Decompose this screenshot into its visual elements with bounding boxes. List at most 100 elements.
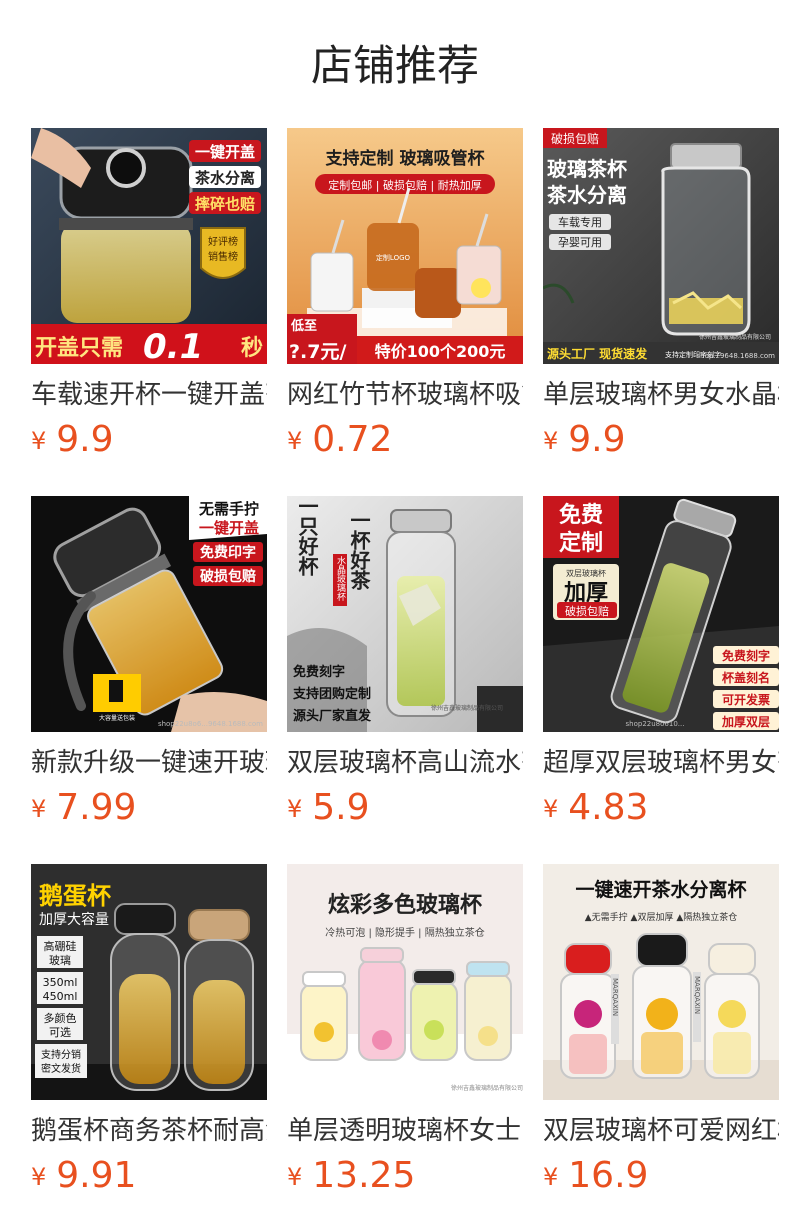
image-subheading: 定制包邮 | 破损包赔 | 耐热加厚 [328, 178, 481, 192]
small-label: 大容量送包装 [99, 714, 135, 722]
product-name[interactable]: 单层透明玻璃杯女士 [287, 1114, 523, 1148]
strap-text: MARQAXIN [693, 976, 701, 1014]
image-subheading: 加厚大容量 [39, 911, 109, 928]
cup-print: 定制LOGO [376, 253, 411, 262]
currency-symbol: ¥ [543, 795, 559, 823]
spec-text: 多颜色 [44, 1011, 77, 1025]
section-title: 店铺推荐 [310, 41, 479, 90]
calligraphy-text: 一杯好茶 [347, 510, 371, 590]
price-value: 0.72 [312, 419, 393, 460]
spec-text: 可选 [49, 1026, 71, 1039]
image-subheading: 冷热可泡 | 隐形提手 | 隔热独立茶仓 [325, 926, 484, 939]
image-tag: 茶水分离 [195, 169, 255, 187]
product-name[interactable]: 双层玻璃杯可爱网红杯 [543, 1114, 779, 1148]
watermark: shop22u8o6...9648.1688.com [158, 720, 263, 728]
product-grid: 一键开盖 茶水分离 摔碎也赔 好评榜 销售榜 开盖只需 0.1 秒 车载速开杯一… [31, 128, 779, 1212]
product-name[interactable]: 单层玻璃杯男女水晶杯 [543, 378, 779, 412]
image-heading: 茶水分离 [547, 183, 627, 207]
feature-line: 支持团购定制 [292, 686, 371, 702]
watermark: 徐州吉鑫玻璃制品有限公司 [699, 333, 771, 341]
product-card[interactable]: 炫彩多色玻璃杯 冷热可泡 | 隐形提手 | 隔热独立茶仓 徐州吉鑫玻璃制品有限公… [287, 864, 523, 1212]
price-value: 13.25 [312, 1155, 416, 1196]
image-tag: 免费刻字 [722, 648, 770, 663]
currency-symbol: ¥ [287, 1163, 303, 1191]
product-name[interactable]: 车载速开杯一键开盖茶水分离玻璃杯 [31, 378, 267, 412]
image-tag: 一键开盖 [195, 143, 255, 161]
product-image[interactable]: 破损包赔 玻璃茶杯 茶水分离 车载专用 孕婴可用 源头工厂 现货速发 支持定制印… [543, 128, 779, 364]
product-image[interactable]: 无需手拧 一键开盖 免费印字 破损包赔 大容量送包装 shop22u8o6...… [31, 496, 267, 732]
product-card[interactable]: 支持定制 玻璃吸管杯 定制包邮 | 破损包赔 | 耐热加厚 定制LOGO 低至 … [287, 128, 523, 476]
image-subheading: ▲无需手拧 ▲双层加厚 ▲隔热独立茶仓 [585, 911, 738, 923]
feature-line: 免费刻字 [293, 664, 345, 680]
product-card[interactable]: 一键开盖 茶水分离 摔碎也赔 好评榜 销售榜 开盖只需 0.1 秒 车载速开杯一… [31, 128, 267, 476]
spec-text: 450ml [43, 990, 78, 1003]
product-price: ¥0.72 [287, 420, 523, 460]
product-price: ¥7.99 [31, 788, 267, 828]
price-prefix: 低至 [290, 318, 317, 334]
banner-text: 开盖只需 [35, 335, 123, 361]
label-small: 双层玻璃杯 [566, 568, 606, 578]
spec-text: 玻璃 [49, 953, 71, 967]
currency-symbol: ¥ [287, 795, 303, 823]
price-value: 16.9 [568, 1155, 649, 1196]
spec-text: 密文发货 [41, 1062, 81, 1075]
badge-text: 销售榜 [208, 250, 238, 263]
product-price: ¥5.9 [287, 788, 523, 828]
product-price: ¥9.9 [31, 420, 267, 460]
price-value: 9.91 [56, 1155, 137, 1196]
spec-text: 高硼硅 [44, 939, 77, 953]
product-price: ¥9.9 [543, 420, 779, 460]
currency-symbol: ¥ [543, 427, 559, 455]
corner-text: 一键开盖 [199, 519, 259, 537]
image-tag: 免费印字 [200, 544, 256, 561]
image-heading: 一键速开茶水分离杯 [575, 878, 746, 901]
product-price: ¥13.25 [287, 1156, 523, 1196]
corner-text: 无需手拧 [198, 500, 259, 518]
image-tag: 杯盖刻名 [722, 670, 770, 685]
price-value: 4.83 [568, 787, 649, 828]
banner-text: 特价100个200元 [375, 342, 506, 361]
currency-symbol: ¥ [543, 1163, 559, 1191]
product-name[interactable]: 网红竹节杯玻璃杯吸管杯 [287, 378, 523, 412]
calligraphy-text: 一只好杯 [295, 496, 319, 577]
product-image[interactable]: 一只好杯 一杯好茶 水晶玻璃杯 免费刻字 支持团购定制 源头厂家直发 徐州吉鑫玻… [287, 496, 523, 732]
product-card[interactable]: 一键速开茶水分离杯 ▲无需手拧 ▲双层加厚 ▲隔热独立茶仓 MARQAXIN M… [543, 864, 779, 1212]
product-card[interactable]: 破损包赔 玻璃茶杯 茶水分离 车载专用 孕婴可用 源头工厂 现货速发 支持定制印… [543, 128, 779, 476]
product-name[interactable]: 超厚双层玻璃杯男女茶杯 [543, 746, 779, 780]
currency-symbol: ¥ [31, 427, 47, 455]
currency-symbol: ¥ [287, 427, 303, 455]
feature-line: 源头厂家直发 [293, 708, 372, 724]
product-price: ¥16.9 [543, 1156, 779, 1196]
spec-text: 350ml [43, 976, 78, 989]
watermark: 徐州吉鑫玻璃制品有限公司 [431, 704, 503, 712]
product-image[interactable]: 免费 定制 双层玻璃杯 加厚 破损包赔 免费刻字 杯盖刻名 可开发票 加厚双层 [543, 496, 779, 732]
image-heading: 炫彩多色玻璃杯 [328, 892, 482, 918]
currency-symbol: ¥ [31, 795, 47, 823]
product-card[interactable]: 免费 定制 双层玻璃杯 加厚 破损包赔 免费刻字 杯盖刻名 可开发票 加厚双层 [543, 496, 779, 844]
price-value: 5.9 [312, 787, 370, 828]
footer-text: 源头工厂 现货速发 [547, 346, 648, 361]
badge-text: 好评榜 [208, 235, 238, 248]
product-card[interactable]: 鹅蛋杯 加厚大容量 高硼硅 玻璃 350ml 450ml 多颜色 可选 支持分销… [31, 864, 267, 1212]
product-name[interactable]: 新款升级一键速开玻璃杯 [31, 746, 267, 780]
product-card[interactable]: 无需手拧 一键开盖 免费印字 破损包赔 大容量送包装 shop22u8o6...… [31, 496, 267, 844]
stamp-text: 水晶玻璃杯 [335, 555, 346, 602]
product-card[interactable]: 一只好杯 一杯好茶 水晶玻璃杯 免费刻字 支持团购定制 源头厂家直发 徐州吉鑫玻… [287, 496, 523, 844]
product-name[interactable]: 鹅蛋杯商务茶杯耐高温 [31, 1114, 267, 1148]
corner-text: 免费 [559, 502, 603, 528]
currency-symbol: ¥ [31, 1163, 47, 1191]
product-image[interactable]: 炫彩多色玻璃杯 冷热可泡 | 隐形提手 | 隔热独立茶仓 徐州吉鑫玻璃制品有限公… [287, 864, 523, 1100]
product-image[interactable]: 支持定制 玻璃吸管杯 定制包邮 | 破损包赔 | 耐热加厚 定制LOGO 低至 … [287, 128, 523, 364]
product-image[interactable]: 一键开盖 茶水分离 摔碎也赔 好评榜 销售榜 开盖只需 0.1 秒 [31, 128, 267, 364]
watermark: shop22u8o610... [626, 720, 685, 728]
strap-text: MARQAXIN [611, 978, 619, 1016]
corner-tag: 破损包赔 [551, 131, 599, 146]
spec-text: 支持分销 [41, 1048, 81, 1061]
image-tag: 孕婴可用 [558, 236, 602, 249]
product-image[interactable]: 鹅蛋杯 加厚大容量 高硼硅 玻璃 350ml 450ml 多颜色 可选 支持分销… [31, 864, 267, 1100]
product-name[interactable]: 双层玻璃杯高山流水茶杯 [287, 746, 523, 780]
product-image[interactable]: 一键速开茶水分离杯 ▲无需手拧 ▲双层加厚 ▲隔热独立茶仓 MARQAXIN M… [543, 864, 779, 1100]
price-value: 9.9 [568, 419, 626, 460]
banner-unit: 秒 [241, 336, 263, 361]
promo-price: ?.7元/ [289, 341, 346, 363]
